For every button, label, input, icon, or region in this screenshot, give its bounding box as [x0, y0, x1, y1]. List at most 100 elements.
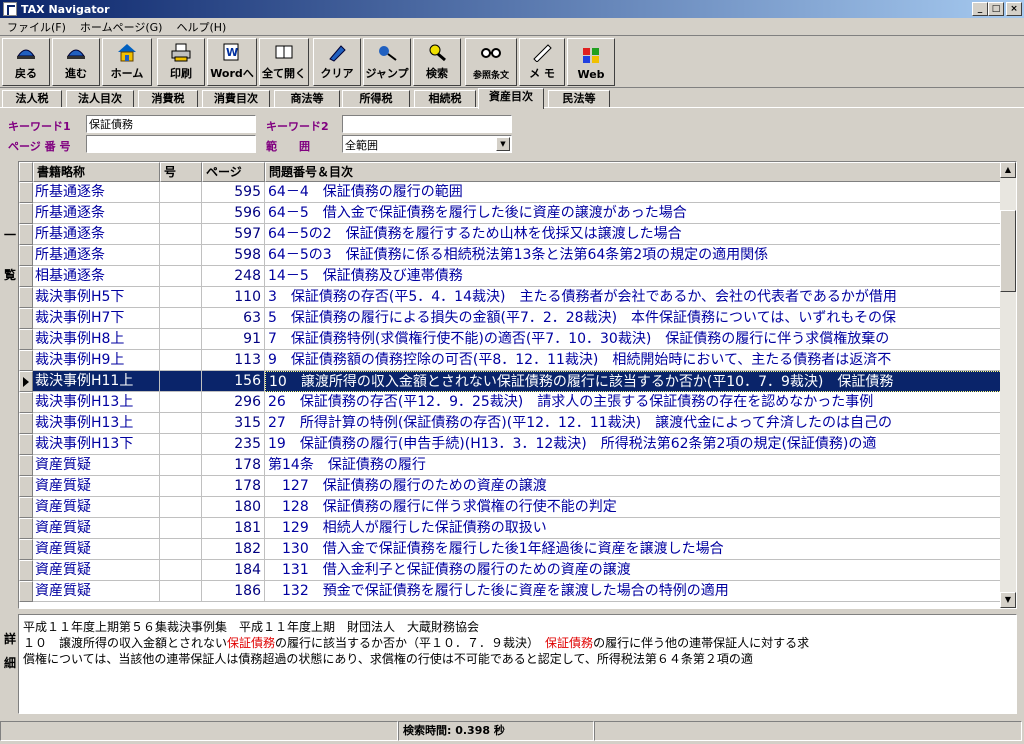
cell-book: 所基通逐条 [33, 203, 160, 224]
table-row[interactable]: 資産質疑 186 132 預金で保証債務を履行した後に資産を譲渡した場合の特例の適… [19, 581, 1002, 602]
cell-title: 19 保証債務の履行(申告手続)(H13．3．12裁決) 所得税法第62条第2項… [265, 434, 1002, 455]
table-row[interactable]: 資産質疑 182 130 借入金で保証債務を履行した後1年経過後に資産を譲渡した場… [19, 539, 1002, 560]
header-title[interactable]: 問題番号＆目次 [265, 162, 1002, 182]
menu-help[interactable]: ヘルプ(H) [169, 19, 233, 35]
table-row[interactable]: 裁決事例H11上 156 10 譲渡所得の収入金額とされない保証債務の履行に該当する… [19, 371, 1002, 392]
tab-asset-index[interactable]: 資産目次 [478, 88, 544, 109]
row-indicator[interactable] [19, 413, 33, 434]
grid-rows: 所基通逐条 595 64－4 保証債務の履行の範囲 所基通逐条 596 64－5 借入金で… [19, 182, 1002, 602]
row-indicator[interactable] [19, 266, 33, 287]
row-indicator[interactable] [19, 203, 33, 224]
keyword1-input[interactable] [86, 115, 256, 133]
table-row[interactable]: 資産質疑 181 129 相続人が履行した保証債務の取扱い [19, 518, 1002, 539]
table-row[interactable]: 所基通逐条 596 64－5 借入金で保証債務を履行した後に資産の譲渡があった場合 [19, 203, 1002, 224]
svg-text:W: W [226, 46, 238, 59]
clear-button[interactable]: クリア [313, 38, 361, 86]
cell-page: 235 [202, 434, 265, 455]
maximize-button[interactable]: □ [988, 2, 1004, 16]
forward-icon [65, 42, 87, 62]
row-indicator[interactable] [19, 497, 33, 518]
table-row[interactable]: 資産質疑 178 127 保証債務の履行のための資産の譲渡 [19, 476, 1002, 497]
cell-book: 資産質疑 [33, 476, 160, 497]
table-row[interactable]: 資産質疑 178 第14条 保証債務の履行 [19, 455, 1002, 476]
table-row[interactable]: 資産質疑 184 131 借入金利子と保証債務の履行のための資産の譲渡 [19, 560, 1002, 581]
row-indicator[interactable] [19, 182, 33, 203]
range-select[interactable]: 全範囲 ▼ [342, 135, 512, 153]
expand-all-button[interactable]: 全て開く [259, 38, 309, 86]
row-indicator[interactable] [19, 581, 33, 602]
row-indicator[interactable] [19, 560, 33, 581]
tab-income-tax[interactable]: 所得税 [342, 90, 410, 108]
row-indicator[interactable] [19, 539, 33, 560]
tab-civil-law[interactable]: 民法等 [548, 90, 610, 108]
back-button[interactable]: 戻る [2, 38, 50, 86]
table-row[interactable]: 相基通逐条 248 14－5 保証債務及び連帯債務 [19, 266, 1002, 287]
forward-button[interactable]: 進む [52, 38, 100, 86]
page-number-input[interactable] [86, 135, 256, 153]
cell-book: 所基通逐条 [33, 224, 160, 245]
table-row[interactable]: 裁決事例H13上 296 26 保証債務の存否(平12．9．25裁決) 請求人の主張… [19, 392, 1002, 413]
menu-file[interactable]: ファイル(F) [0, 19, 73, 35]
reference-button[interactable]: 参照条文 [465, 38, 517, 86]
table-row[interactable]: 所基通逐条 597 64－5の2 保証債務を履行するため山林を伐採又は譲渡した場合 [19, 224, 1002, 245]
row-indicator[interactable] [19, 308, 33, 329]
close-button[interactable]: × [1006, 2, 1022, 16]
tab-corporate-index[interactable]: 法人目次 [66, 90, 134, 108]
table-row[interactable]: 所基通逐条 598 64－5の3 保証債務に係る相続税法第13条と法第64条第2項の… [19, 245, 1002, 266]
cell-book: 裁決事例H9上 [33, 350, 160, 371]
cell-title: 64－5 借入金で保証債務を履行した後に資産の譲渡があった場合 [265, 203, 1002, 224]
header-book[interactable]: 書籍略称 [33, 162, 160, 182]
chevron-down-icon[interactable]: ▼ [496, 137, 510, 151]
row-indicator[interactable] [19, 518, 33, 539]
table-row[interactable]: 資産質疑 180 128 保証債務の履行に伴う求償権の行使不能の判定 [19, 497, 1002, 518]
cell-number [160, 329, 202, 350]
row-indicator[interactable] [19, 392, 33, 413]
header-number[interactable]: 号 [160, 162, 202, 182]
cell-book: 裁決事例H8上 [33, 329, 160, 350]
word-export-button[interactable]: W Wordへ [207, 38, 257, 86]
scroll-thumb[interactable] [1000, 210, 1016, 292]
cell-page: 178 [202, 455, 265, 476]
print-button[interactable]: 印刷 [157, 38, 205, 86]
tab-inheritance-tax[interactable]: 相続税 [414, 90, 476, 108]
minimize-button[interactable]: _ [972, 2, 988, 16]
tab-commercial-law[interactable]: 商法等 [274, 90, 340, 108]
row-indicator[interactable] [19, 329, 33, 350]
row-indicator[interactable] [19, 476, 33, 497]
tab-consumption-index[interactable]: 消費目次 [202, 90, 270, 108]
keyword2-input[interactable] [342, 115, 512, 133]
search-button[interactable]: 検索 [413, 38, 461, 86]
cell-book: 裁決事例H13下 [33, 434, 160, 455]
table-row[interactable]: 裁決事例H7下 63 5 保証債務の履行による損失の金額(平7．2．28裁決) 本件… [19, 308, 1002, 329]
table-row[interactable]: 裁決事例H8上 91 7 保証債務特例(求償権行使不能)の適否(平7．10．30裁決… [19, 329, 1002, 350]
scroll-down-icon[interactable]: ▼ [1000, 592, 1016, 608]
home-button[interactable]: ホーム [102, 38, 152, 86]
table-row[interactable]: 裁決事例H13上 315 27 所得計算の特例(保証債務の存否)(平12．12．11… [19, 413, 1002, 434]
row-indicator[interactable] [19, 455, 33, 476]
table-row[interactable]: 裁決事例H5下 110 3 保証債務の存否(平5．4．14裁決) 主たる債務者が会社… [19, 287, 1002, 308]
memo-button[interactable]: メ モ [519, 38, 565, 86]
web-button[interactable]: Web [567, 38, 615, 86]
results-grid: 書籍略称 号 ページ 問題番号＆目次 所基通逐条 595 64－4 保証債務の履行の… [18, 161, 1017, 609]
row-indicator[interactable] [19, 287, 33, 308]
menu-homepage[interactable]: ホームページ(G) [73, 19, 170, 35]
row-indicator[interactable] [19, 224, 33, 245]
header-page[interactable]: ページ [202, 162, 265, 182]
row-indicator[interactable] [19, 245, 33, 266]
row-indicator[interactable] [19, 350, 33, 371]
row-indicator[interactable] [19, 434, 33, 455]
cell-number [160, 371, 202, 392]
table-row[interactable]: 所基通逐条 595 64－4 保証債務の履行の範囲 [19, 182, 1002, 203]
jump-button[interactable]: ジャンプ [363, 38, 411, 86]
cell-book: 資産質疑 [33, 518, 160, 539]
table-row[interactable]: 裁決事例H9上 113 9 保証債務額の債務控除の可否(平8．12．11裁決) 相続… [19, 350, 1002, 371]
row-indicator[interactable] [19, 371, 33, 392]
table-row[interactable]: 裁決事例H13下 235 19 保証債務の履行(申告手続)(H13．3．12裁決) … [19, 434, 1002, 455]
tab-corporate-tax[interactable]: 法人税 [2, 90, 62, 108]
vertical-scrollbar[interactable]: ▲ ▼ [1000, 162, 1016, 608]
detail-summary-line: １０ 譲渡所得の収入金額とされない保証債務の履行に該当するか否か（平１０．７．９… [23, 636, 810, 650]
scroll-up-icon[interactable]: ▲ [1000, 162, 1016, 178]
tab-consumption-tax[interactable]: 消費税 [138, 90, 198, 108]
web-icon [580, 45, 602, 65]
cell-page: 315 [202, 413, 265, 434]
